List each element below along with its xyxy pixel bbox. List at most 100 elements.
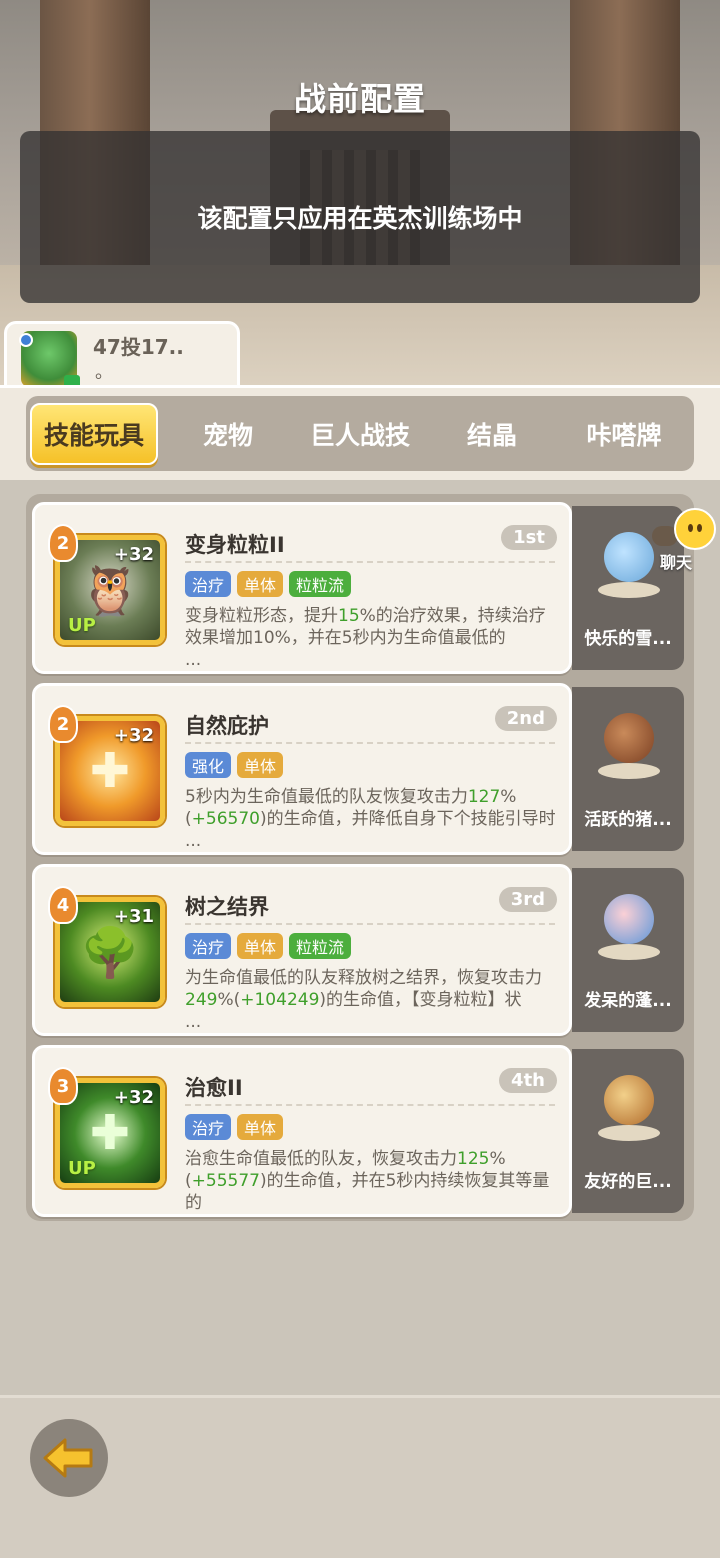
skill-tags: 治疗 单体 <box>185 1114 284 1140</box>
skill-description: 为生命值最低的队友释放树之结界，恢复攻击力249%(+104249)的生命值，【… <box>185 967 560 1033</box>
upgrade-label: UP <box>68 615 96 636</box>
tab-kada-cards[interactable]: 咔嗒牌 <box>558 403 690 465</box>
skill-list: 🦉 2 +32 UP 变身粒粒II 1st 治疗 单体 粒粒流 变身粒粒形态，提… <box>26 494 694 1221</box>
tab-crystals[interactable]: 结晶 <box>426 403 558 465</box>
avatar[interactable] <box>19 331 80 389</box>
skill-card[interactable]: 🌳 4 +31 树之结界 3rd 治疗 单体 粒粒流 为生命值最低的队友释放树之… <box>32 864 572 1036</box>
skill-bonus: +32 <box>113 725 154 746</box>
tab-bar: 技能玩具 宠物 巨人战技 结晶 咔嗒牌 <box>26 396 694 471</box>
desc-highlight: +55577 <box>191 1171 260 1191</box>
tag-badge: 治疗 <box>185 571 232 597</box>
skill-bonus: +32 <box>113 544 154 565</box>
desc-text: )的生命值，并降低自身下个技能引导时 <box>259 809 556 829</box>
heal-cross-icon: ✚ 3 +32 UP <box>48 1067 165 1188</box>
vip-badge-icon <box>19 333 33 347</box>
pet-pedestal <box>598 763 660 779</box>
pet-figure <box>598 888 660 962</box>
skill-level-badge: 3 <box>48 1067 78 1105</box>
tag-badge: 单体 <box>237 752 284 778</box>
pet-sheep-icon <box>604 894 654 944</box>
skill-row: ✚ 2 +32 自然庇护 2nd 强化 单体 5秒内为生命值最低的队友恢复攻击力… <box>32 683 688 855</box>
pet-pedestal <box>598 1125 660 1141</box>
skill-card[interactable]: 🦉 2 +32 UP 变身粒粒II 1st 治疗 单体 粒粒流 变身粒粒形态，提… <box>32 502 572 674</box>
back-button[interactable] <box>30 1419 108 1497</box>
skill-tags: 强化 单体 <box>185 752 284 778</box>
pet-slot[interactable]: 活跃的猪... <box>572 687 684 851</box>
tree-icon: 🌳 4 +31 <box>48 886 165 1007</box>
tag-badge: 强化 <box>185 752 232 778</box>
back-arrow-icon <box>43 1438 93 1478</box>
desc-highlight: 249 <box>185 990 218 1010</box>
desc-highlight: +56570 <box>191 809 260 829</box>
skill-name: 治愈II <box>185 1076 243 1100</box>
desc-text: 为生命值最低的队友释放树之结界，恢复攻击力 <box>185 968 542 988</box>
pet-pedestal <box>598 582 660 598</box>
desc-text: 变身粒粒形态，提升 <box>185 606 338 626</box>
main-content: 🦉 2 +32 UP 变身粒粒II 1st 治疗 单体 粒粒流 变身粒粒形态，提… <box>0 480 720 1395</box>
skill-tags: 治疗 单体 粒粒流 <box>185 933 352 959</box>
desc-text: %( <box>217 990 241 1010</box>
skill-name: 树之结界 <box>185 895 269 919</box>
pet-giant-icon <box>604 1075 654 1125</box>
tab-skill-toys[interactable]: 技能玩具 <box>30 402 158 465</box>
skill-level-badge: 2 <box>48 524 78 562</box>
tag-badge: 单体 <box>237 571 284 597</box>
pet-name: 友好的巨... <box>584 1172 672 1192</box>
skill-name: 自然庇护 <box>185 714 269 738</box>
skill-row: ✚ 3 +32 UP 治愈II 4th 治疗 单体 治愈生命值最低的队友，恢复攻… <box>32 1045 688 1217</box>
desc-highlight: 15 <box>338 606 360 626</box>
pet-pedestal <box>598 944 660 960</box>
notice-text: 该配置只应用在英杰训练场中 <box>197 204 523 233</box>
cross-icon: ✚ 2 +32 <box>48 705 165 826</box>
tab-bar-container: 技能玩具 宠物 巨人战技 结晶 咔嗒牌 <box>0 385 720 480</box>
desc-text: 治愈生命值最低的队友，恢复攻击力 <box>185 1149 457 1169</box>
pet-boar-icon <box>604 713 654 763</box>
smiley-face-icon <box>674 508 716 550</box>
tag-badge: 单体 <box>237 933 284 959</box>
pet-name: 快乐的雪... <box>584 629 672 649</box>
pet-name: 活跃的猪... <box>584 810 672 830</box>
pet-slot[interactable]: 友好的巨... <box>572 1049 684 1213</box>
pet-figure <box>598 1069 660 1143</box>
desc-more: ... <box>185 831 202 851</box>
skill-description: 5秒内为生命值最低的队友恢复攻击力127%(+56570)的生命值，并降低自身下… <box>185 786 560 852</box>
skill-rank-badge: 1st <box>501 525 557 550</box>
upgrade-label: UP <box>68 1158 96 1179</box>
skill-level-badge: 4 <box>48 886 78 924</box>
skill-bonus: +31 <box>113 906 154 927</box>
desc-highlight: 125 <box>457 1149 490 1169</box>
skill-card[interactable]: ✚ 3 +32 UP 治愈II 4th 治疗 单体 治愈生命值最低的队友，恢复攻… <box>32 1045 572 1217</box>
player-subtitle: 。 <box>95 362 113 383</box>
desc-text: )的生命值，【变身粒粒】状 <box>319 990 522 1010</box>
desc-more: ... <box>185 650 202 670</box>
chat-button[interactable]: 聊天 <box>650 508 716 574</box>
desc-highlight: +104249 <box>240 990 320 1010</box>
divider <box>185 1104 555 1106</box>
skill-row: 🦉 2 +32 UP 变身粒粒II 1st 治疗 单体 粒粒流 变身粒粒形态，提… <box>32 502 688 674</box>
tag-badge: 治疗 <box>185 1114 232 1140</box>
chat-label: 聊天 <box>660 553 693 572</box>
pet-name: 发呆的蓬... <box>584 991 672 1011</box>
skill-description: 治愈生命值最低的队友，恢复攻击力125%(+55577)的生命值，并在5秒内持续… <box>185 1148 560 1214</box>
tab-pets[interactable]: 宠物 <box>162 403 294 465</box>
tab-giant-skills[interactable]: 巨人战技 <box>294 403 426 465</box>
skill-tags: 治疗 单体 粒粒流 <box>185 571 352 597</box>
skill-row: 🌳 4 +31 树之结界 3rd 治疗 单体 粒粒流 为生命值最低的队友释放树之… <box>32 864 688 1036</box>
notice-banner: 该配置只应用在英杰训练场中 <box>20 131 700 303</box>
bottom-bar <box>0 1395 720 1558</box>
skill-card[interactable]: ✚ 2 +32 自然庇护 2nd 强化 单体 5秒内为生命值最低的队友恢复攻击力… <box>32 683 572 855</box>
divider <box>185 561 555 563</box>
desc-text: 5秒内为生命值最低的队友恢复攻击力 <box>185 787 468 807</box>
pet-slot[interactable]: 发呆的蓬... <box>572 868 684 1032</box>
skill-rank-badge: 4th <box>499 1068 557 1093</box>
owl-icon: 🦉 2 +32 UP <box>48 524 165 645</box>
player-card[interactable]: 47投17.. 。 <box>4 321 240 389</box>
tag-badge: 治疗 <box>185 933 232 959</box>
divider <box>185 742 555 744</box>
tag-badge: 单体 <box>237 1114 284 1140</box>
skill-rank-badge: 2nd <box>494 706 557 731</box>
desc-more: ... <box>185 1012 202 1032</box>
skill-rank-badge: 3rd <box>498 887 557 912</box>
pet-yeti-icon <box>604 532 654 582</box>
desc-highlight: 127 <box>467 787 501 807</box>
